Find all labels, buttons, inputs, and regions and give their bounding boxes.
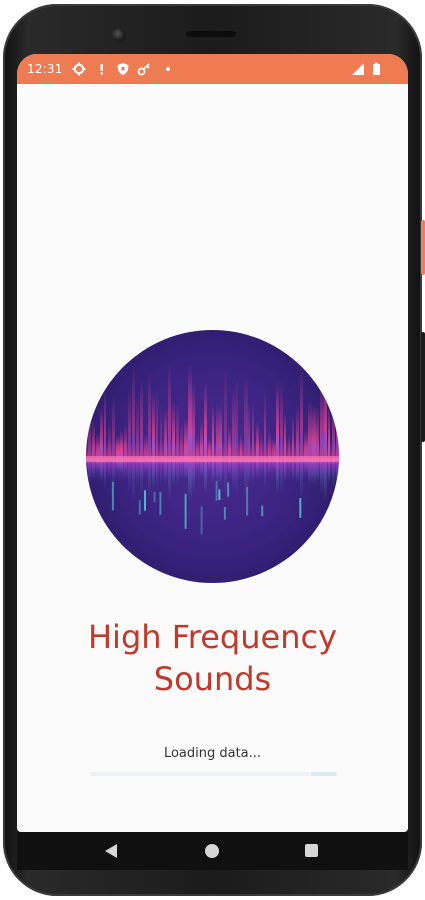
power-button[interactable] xyxy=(421,220,425,275)
key-icon xyxy=(137,63,150,76)
sound-wave-reflection xyxy=(184,494,187,529)
sound-wave-reflection xyxy=(144,490,146,511)
progress-indicator-track xyxy=(90,772,305,776)
sound-wave-reflection xyxy=(218,489,221,500)
recents-button[interactable] xyxy=(305,844,318,857)
app-title-line1: High Frequency xyxy=(87,618,338,656)
screen: 12:31 High Frequency Sounds Loading data… xyxy=(17,54,408,832)
signal-icon xyxy=(352,63,364,75)
loading-text: Loading data... xyxy=(163,746,262,761)
progress-indicator xyxy=(311,772,337,776)
settings-icon xyxy=(72,62,86,76)
splash-content: High Frequency Sounds Loading data... xyxy=(17,84,408,832)
earpiece-speaker xyxy=(186,31,236,37)
sound-wave-logo xyxy=(86,330,339,583)
back-button[interactable] xyxy=(105,844,117,858)
sound-wave-reflection xyxy=(153,491,156,503)
loading-progress-bar xyxy=(90,772,337,776)
sound-wave-bar xyxy=(324,362,327,502)
sound-wave-bar xyxy=(188,364,192,501)
shield-icon xyxy=(117,63,129,75)
app-title-line2: Sounds xyxy=(153,660,272,698)
front-camera xyxy=(112,28,126,42)
sound-wave-reflection xyxy=(138,500,141,515)
status-time: 12:31 xyxy=(27,62,63,76)
status-bar: 12:31 xyxy=(17,54,408,84)
battery-icon xyxy=(373,62,380,75)
sound-wave-reflection xyxy=(200,506,203,535)
app-title: High Frequency Sounds xyxy=(17,616,408,700)
sound-wave-bar xyxy=(132,363,135,502)
device-frame: 12:31 High Frequency Sounds Loading data… xyxy=(0,0,425,900)
notification-icon xyxy=(100,64,103,75)
sound-wave-reflection xyxy=(299,497,302,518)
sound-wave-reflection xyxy=(223,507,226,520)
sound-wave-reflection xyxy=(215,481,218,501)
volume-button[interactable] xyxy=(421,332,425,442)
home-button[interactable] xyxy=(205,844,219,858)
navigation-bar xyxy=(17,832,408,870)
sound-wave-reflection xyxy=(159,492,162,515)
dot-icon xyxy=(166,67,170,71)
sound-wave-reflection xyxy=(227,482,230,497)
sound-wave-reflection xyxy=(111,481,114,511)
sound-wave-bar xyxy=(168,365,171,501)
sound-wave-reflection xyxy=(246,486,249,516)
sound-wave-image xyxy=(86,330,339,583)
sound-wave-reflection xyxy=(261,505,264,517)
